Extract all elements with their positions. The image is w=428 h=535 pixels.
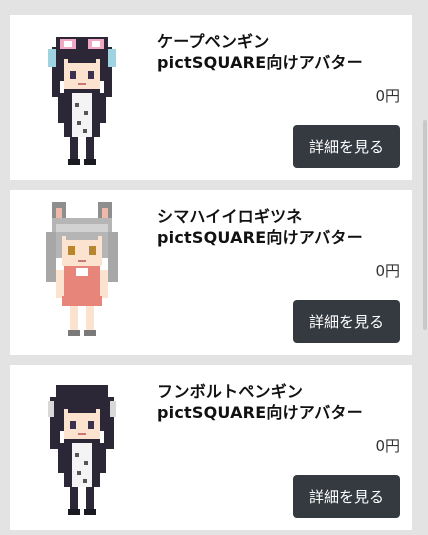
product-title[interactable]: ケープペンギン pictSQUARE向けアバター bbox=[157, 31, 407, 73]
product-price: 0円 bbox=[375, 437, 400, 455]
product-title-line1: ケープペンギン bbox=[157, 32, 270, 51]
view-details-button[interactable]: 詳細を見る bbox=[293, 475, 400, 518]
view-details-button[interactable]: 詳細を見る bbox=[293, 125, 400, 168]
product-price: 0円 bbox=[375, 87, 400, 105]
product-title[interactable]: シマハイイロギツネ pictSQUARE向けアバター bbox=[157, 206, 407, 248]
scrollbar-thumb[interactable] bbox=[423, 120, 427, 330]
island-fox-avatar-icon[interactable] bbox=[40, 198, 124, 348]
product-title-line1: シマハイイロギツネ bbox=[157, 207, 303, 226]
product-title[interactable]: フンボルトペンギン pictSQUARE向けアバター bbox=[157, 381, 407, 423]
product-title-line2: pictSQUARE向けアバター bbox=[157, 53, 363, 72]
product-card[interactable]: フンボルトペンギン pictSQUARE向けアバター 0円 詳細を見る bbox=[10, 365, 412, 530]
view-details-button[interactable]: 詳細を見る bbox=[293, 300, 400, 343]
humboldt-penguin-avatar-icon[interactable] bbox=[40, 373, 124, 523]
product-title-line2: pictSQUARE向けアバター bbox=[157, 403, 363, 422]
scrollbar[interactable] bbox=[422, 0, 428, 535]
product-card[interactable]: シマハイイロギツネ pictSQUARE向けアバター 0円 詳細を見る bbox=[10, 190, 412, 355]
product-price: 0円 bbox=[375, 262, 400, 280]
product-title-line2: pictSQUARE向けアバター bbox=[157, 228, 363, 247]
product-title-line1: フンボルトペンギン bbox=[157, 382, 304, 401]
cape-penguin-avatar-icon[interactable] bbox=[40, 23, 124, 173]
product-card[interactable]: ケープペンギン pictSQUARE向けアバター 0円 詳細を見る bbox=[10, 15, 412, 180]
